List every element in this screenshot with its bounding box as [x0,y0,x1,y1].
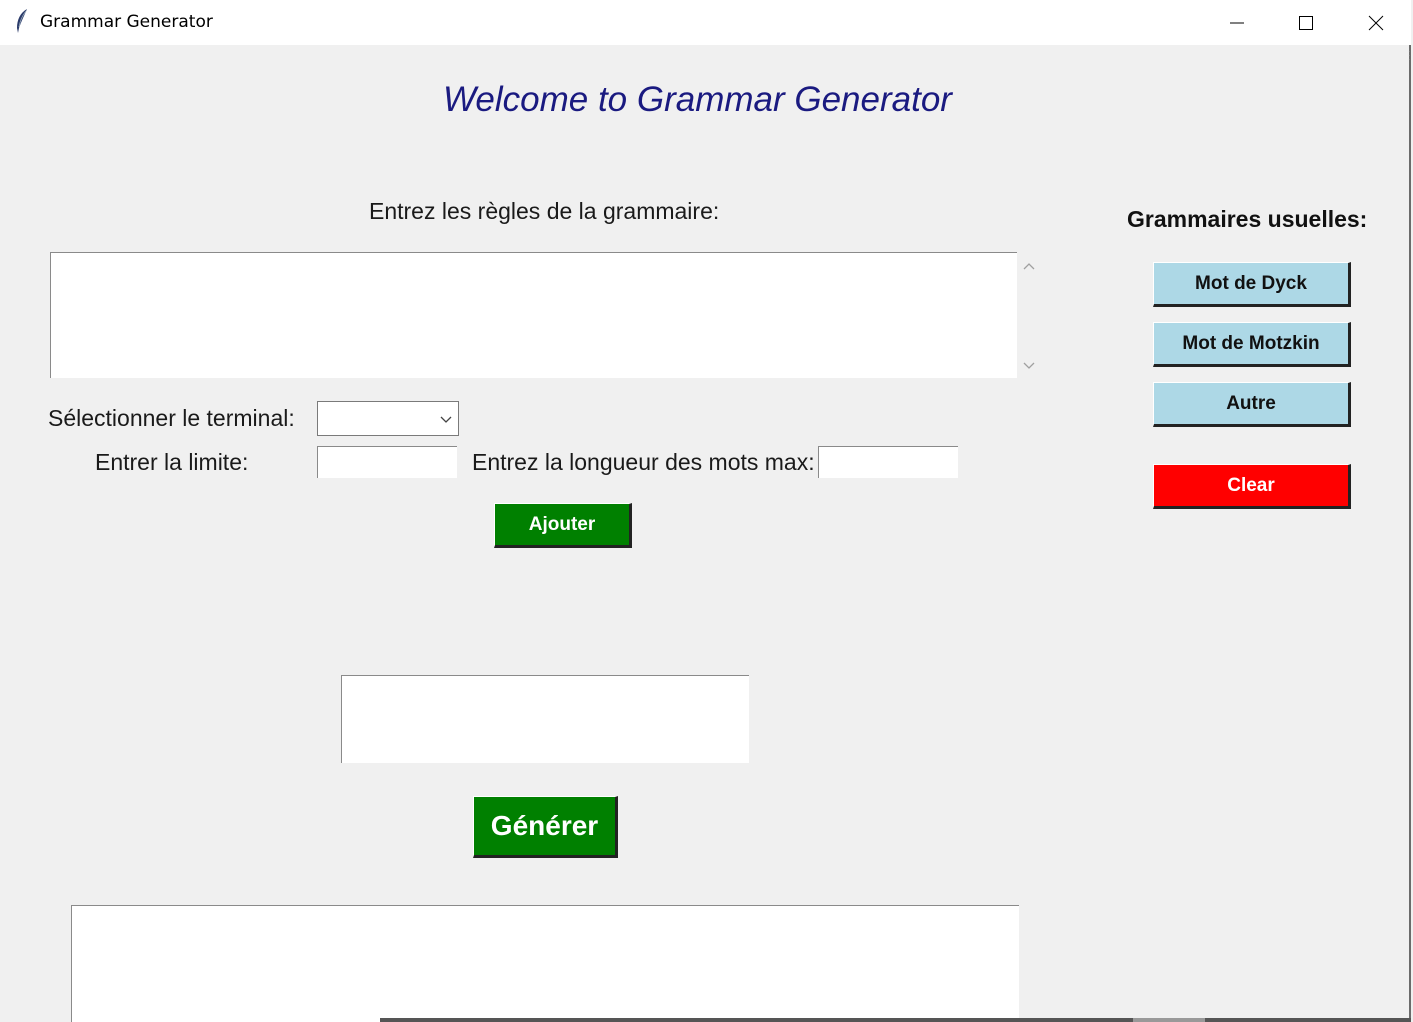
scroll-up-icon[interactable] [1020,258,1038,272]
maximize-button[interactable] [1271,0,1341,45]
max-length-input[interactable] [818,446,958,478]
output-textarea[interactable] [71,905,1019,1022]
resize-grip: · · · [1408,47,1411,64]
terminal-select[interactable] [317,401,459,436]
chevron-down-icon [440,412,452,430]
close-icon [1368,15,1384,30]
close-button[interactable] [1341,0,1411,45]
rules-label: Entrez les règles de la grammaire: [369,198,720,224]
scroll-down-icon[interactable] [1020,358,1038,372]
dyck-word-button[interactable]: Mot de Dyck [1153,262,1351,307]
rules-textarea[interactable] [50,252,1017,378]
app-window: Grammar Generator Welcome to Grammar Gen… [0,0,1411,1022]
welcome-heading: Welcome to Grammar Generator [443,80,952,119]
clear-button[interactable]: Clear [1153,464,1351,509]
limit-label: Entrer la limite: [95,449,249,475]
minimize-button[interactable] [1202,0,1272,45]
terminal-display-box[interactable] [341,675,749,763]
usual-grammars-title: Grammaires usuelles: [1127,206,1368,232]
maximize-icon [1299,15,1313,30]
max-length-label: Entrez la longueur des mots max: [472,449,815,475]
generer-button[interactable]: Générer [473,796,618,858]
other-grammar-button[interactable]: Autre [1153,382,1351,427]
limit-input[interactable] [317,446,457,478]
terminal-label: Sélectionner le terminal: [48,405,295,431]
taskbar-edge [380,1018,1411,1022]
ajouter-button[interactable]: Ajouter [494,503,632,548]
feather-icon [14,8,30,34]
motzkin-word-button[interactable]: Mot de Motzkin [1153,322,1351,367]
title-bar[interactable]: Grammar Generator [0,0,1411,45]
taskbar-edge-highlight [1133,1018,1205,1022]
minimize-icon [1230,22,1244,23]
window-title: Grammar Generator [40,12,213,32]
